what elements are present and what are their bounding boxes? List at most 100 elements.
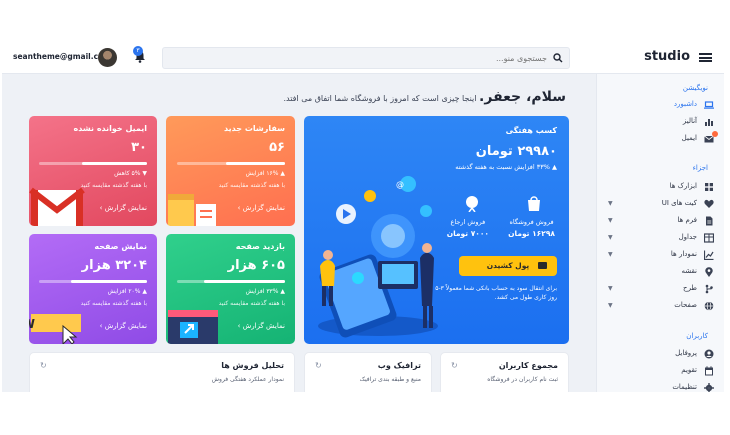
- sidebar-item-pages[interactable]: صفحات ▼: [606, 299, 714, 313]
- svg-text:WWW: WWW: [29, 317, 35, 331]
- shopping-illustration: @: [318, 176, 438, 338]
- sidebar-item-email[interactable]: ایمیل: [606, 131, 718, 146]
- sidebar-item-ui-kits[interactable]: کیت های UI ▼: [606, 197, 714, 211]
- file-icon: [706, 216, 713, 226]
- calendar-icon: [705, 366, 713, 376]
- card-change: ▲ ۱۶% افزایش: [245, 170, 285, 177]
- view-report-link[interactable]: نمایش گزارش ›: [238, 204, 285, 212]
- greeting-name: سلام، جعفر.: [479, 89, 566, 105]
- sidebar-item-forms[interactable]: فرم ها ▼: [606, 214, 714, 228]
- www-illustration: WWW: [29, 314, 81, 344]
- card-change: ▲ ۲۰% افزایش: [107, 288, 147, 295]
- sidebar-section-title: کاربران: [686, 332, 708, 340]
- card-value: ۵۶: [269, 140, 285, 155]
- progress-fill: [82, 162, 147, 165]
- withdraw-button[interactable]: پول کشیدن: [459, 256, 557, 276]
- progress-bar: [177, 162, 285, 165]
- sidebar-item-layout[interactable]: طرح ▼: [606, 282, 714, 296]
- progress-fill: [204, 280, 285, 283]
- web-traffic-widget: ترافیک وب منبع و طبقه بندی ترافیک ↻: [304, 352, 432, 392]
- sidebar-item-label: فرم ها: [677, 216, 697, 224]
- new-orders-card: سفارشات جدید ۵۶ ▲ ۱۶% افزایش با هفته گذش…: [166, 116, 295, 226]
- store-sales-stat: فروش فروشگاه ۱۶۲۹۸ تومان: [508, 218, 555, 238]
- sidebar-item-label: ابزارک ها: [669, 182, 697, 190]
- card-compare: با هفته گذشته مقایسه کنید: [218, 182, 285, 189]
- search-icon[interactable]: [553, 53, 563, 63]
- referral-sales-label: فروش ارجاع: [450, 218, 486, 226]
- view-report-link[interactable]: نمایش گزارش ›: [238, 322, 285, 330]
- card-compare: با هفته گذشته مقایسه کنید: [218, 300, 285, 307]
- sidebar-item-profile[interactable]: پروفایل: [606, 347, 714, 361]
- greeting-text: اینجا چیزی است که امروز با فروشگاه شما ا…: [283, 94, 477, 103]
- card-compare: با هفته گذشته مقایسه کنید: [80, 182, 147, 189]
- withdraw-note: برای انتقال سود به حساب بانکی شما معمولا…: [435, 285, 557, 301]
- progress-fill: [71, 280, 147, 283]
- sidebar-item-charts[interactable]: نمودار ها ▼: [606, 248, 714, 262]
- sidebar-item-calendar[interactable]: تقویم: [606, 364, 714, 378]
- app-window: studio seantheme@gmail.com ۳ نویگیشن داش…: [2, 40, 724, 392]
- referral-icon: [466, 196, 478, 212]
- widget-title: ترافیک وب: [377, 361, 421, 370]
- sidebar-item-analytics[interactable]: آنالیز: [606, 115, 714, 129]
- view-report-link[interactable]: نمایش گزارش ›: [100, 322, 147, 330]
- sidebar-item-label: نمودار ها: [670, 250, 697, 258]
- progress-bar: [39, 162, 147, 165]
- svg-text:@: @: [396, 180, 404, 189]
- widget-subtitle: منبع و طبقه بندی ترافیک: [359, 376, 421, 383]
- sidebar-item-label: داشبورد: [673, 100, 697, 108]
- chevron-down-icon: ▼: [608, 285, 613, 292]
- avatar[interactable]: [98, 48, 117, 67]
- widget-subtitle: ثبت نام کاربران در فروشگاه: [487, 376, 558, 383]
- table-icon: [704, 233, 714, 243]
- unread-email-card: ایمیل خوانده نشده ۳۰ ▼ ۵% کاهش با هفته گ…: [29, 116, 157, 226]
- sidebar-item-dashboard[interactable]: داشبورد: [606, 98, 714, 112]
- progress-bar: [177, 280, 285, 283]
- sidebar-item-settings[interactable]: تنظیمات: [606, 381, 714, 392]
- brand-logo[interactable]: studio: [644, 49, 690, 64]
- user-icon: [704, 349, 714, 359]
- widget-title: مجموع کاربران: [498, 361, 558, 370]
- page-visits-card: بازدید صفحه ۶۰۵ هزار ▲ ۳۳% افزایش با هفت…: [166, 234, 295, 344]
- sidebar-item-label: آنالیز: [682, 117, 697, 125]
- store-sales-value: ۱۶۲۹۸ تومان: [508, 229, 555, 238]
- view-report-link[interactable]: نمایش گزارش ›: [100, 204, 147, 212]
- shopping-bag-icon: [528, 196, 540, 211]
- weekly-change: ▲ ۳۳% افزایش نسبت به هفته گذشته: [455, 163, 557, 171]
- sidebar-item-label: کیت های UI: [661, 199, 697, 207]
- progress-bar: [39, 280, 147, 283]
- referral-sales-value: ۷۰۰۰ تومان: [446, 229, 489, 238]
- card-title: ایمیل خوانده نشده: [73, 124, 147, 133]
- sales-analytics-widget: تحلیل فروش ها نمودار عملکرد هفتگی فروش ↻: [29, 352, 295, 392]
- refresh-icon[interactable]: ↻: [40, 361, 47, 370]
- browser-illustration: [168, 310, 218, 344]
- gear-icon: [704, 383, 714, 392]
- search-input[interactable]: [177, 51, 547, 65]
- user-email[interactable]: seantheme@gmail.com: [13, 52, 111, 61]
- chevron-down-icon: ▼: [608, 302, 613, 309]
- notification-badge: ۳: [133, 46, 143, 56]
- page-greeting: سلام، جعفر. اینجا چیزی است که امروز با ف…: [283, 89, 566, 105]
- sidebar-item-map[interactable]: نقشه: [606, 265, 714, 279]
- sidebar-item-widgets[interactable]: ابزارک ها: [606, 180, 714, 194]
- email-badge: [712, 131, 718, 137]
- chart-icon: [704, 250, 714, 260]
- chevron-down-icon: ▼: [608, 217, 613, 224]
- referral-sales-stat: فروش ارجاع ۷۰۰۰ تومان: [447, 218, 489, 238]
- sidebar-section-title: اجزاء: [692, 164, 708, 172]
- weekly-earnings-card: کسب هفتگی ۲۹۹۸۰ تومان ▲ ۳۳% افزایش نسبت …: [304, 116, 569, 344]
- menu-toggle-icon[interactable]: [699, 53, 712, 62]
- card-value: ۳۲۰۴ هزار: [81, 258, 147, 273]
- sidebar-item-tables[interactable]: جداول ▼: [606, 231, 714, 245]
- bar-chart-icon: [705, 119, 713, 126]
- progress-fill: [225, 162, 285, 165]
- sidebar-item-label: تقویم: [681, 366, 697, 374]
- map-pin-icon: [705, 267, 713, 277]
- wallet-icon: [538, 262, 547, 269]
- withdraw-label: پول کشیدن: [486, 261, 530, 270]
- widget-title: تحلیل فروش ها: [221, 361, 284, 370]
- refresh-icon[interactable]: ↻: [315, 361, 322, 370]
- refresh-icon[interactable]: ↻: [451, 361, 458, 370]
- search-box[interactable]: [162, 47, 570, 69]
- card-change: ▼ ۵% کاهش: [114, 170, 147, 177]
- card-value: ۶۰۵ هزار: [227, 258, 285, 273]
